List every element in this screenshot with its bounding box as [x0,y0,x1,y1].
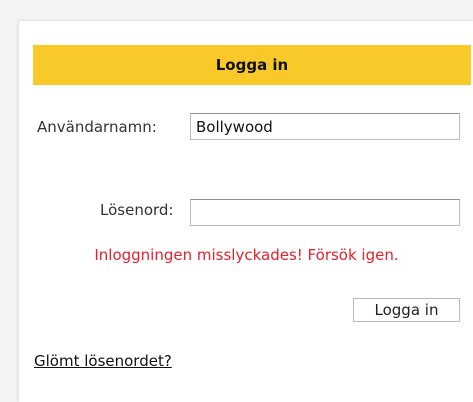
forgot-password-link[interactable]: Glömt lösenordet? [34,352,172,370]
password-input[interactable] [190,199,460,226]
username-label: Användarnamn: [37,118,157,136]
login-button[interactable]: Logga in [353,298,460,322]
login-panel: Logga in Användarnamn: Lösenord: Inloggn… [18,20,473,402]
username-input[interactable] [190,113,460,140]
login-header: Logga in [33,45,471,85]
password-label: Lösenord: [100,201,174,219]
login-error-message: Inloggningen misslyckades! Försök igen. [94,246,399,264]
